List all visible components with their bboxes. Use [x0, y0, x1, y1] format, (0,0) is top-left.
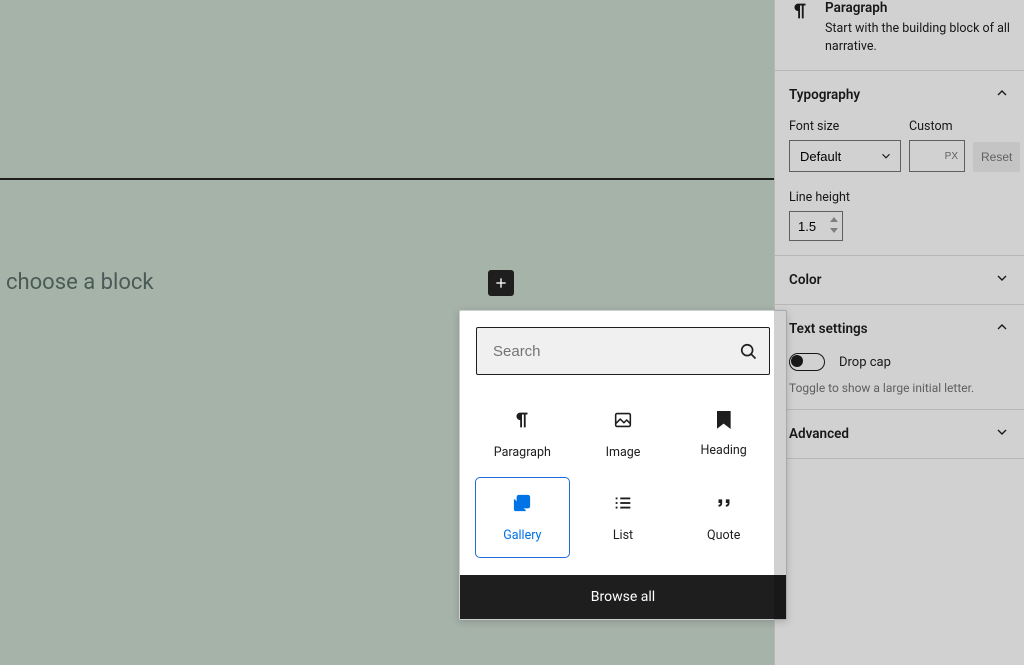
block-image[interactable]: Image	[573, 395, 674, 474]
panel-title: Advanced	[789, 426, 849, 442]
custom-label: Custom	[909, 119, 965, 134]
chevron-up-icon	[994, 85, 1010, 105]
text-settings-panel-toggle[interactable]: Text settings	[789, 319, 1010, 339]
block-label: Gallery	[503, 528, 541, 543]
block-placeholder-text: choose a block	[6, 270, 154, 295]
color-panel-toggle[interactable]: Color	[789, 270, 1010, 290]
image-icon	[612, 409, 634, 431]
block-quote[interactable]: Quote	[673, 474, 774, 561]
drop-cap-toggle[interactable]	[789, 353, 825, 371]
chevron-up-icon	[994, 319, 1010, 339]
add-block-button[interactable]	[488, 270, 514, 296]
paragraph-icon	[789, 0, 811, 56]
block-label: Heading	[700, 443, 746, 458]
drop-cap-help: Toggle to show a large initial letter.	[789, 381, 1010, 395]
custom-font-size-input[interactable]	[909, 140, 965, 172]
font-size-label: Font size	[789, 119, 901, 134]
settings-sidebar: Paragraph Start with the building block …	[774, 0, 1024, 665]
block-list[interactable]: List	[573, 474, 674, 561]
advanced-panel-toggle[interactable]: Advanced	[789, 424, 1010, 444]
quote-icon	[713, 492, 735, 514]
typography-panel-toggle[interactable]: Typography	[789, 85, 1010, 105]
chevron-down-icon	[994, 424, 1010, 444]
gallery-icon	[511, 492, 533, 514]
block-label: List	[613, 528, 633, 543]
reset-button[interactable]: Reset	[973, 142, 1020, 172]
font-size-select[interactable]	[789, 140, 901, 172]
paragraph-icon	[511, 409, 533, 431]
typography-panel: Typography Font size Custom	[775, 71, 1024, 256]
chevron-down-icon	[994, 270, 1010, 290]
advanced-panel: Advanced	[775, 410, 1024, 459]
line-height-label: Line height	[789, 190, 1010, 205]
block-paragraph[interactable]: Paragraph	[472, 395, 573, 474]
block-heading[interactable]: Heading	[673, 395, 774, 474]
block-description: Start with the building block of all nar…	[825, 20, 1010, 56]
block-label: Quote	[707, 528, 740, 543]
line-height-input[interactable]	[789, 211, 843, 241]
plus-icon	[493, 275, 509, 291]
block-label: Image	[606, 445, 641, 460]
block-gallery[interactable]: Gallery	[476, 478, 569, 557]
block-name: Paragraph	[825, 0, 1010, 16]
panel-title: Text settings	[789, 321, 868, 337]
panel-title: Typography	[789, 87, 860, 103]
list-icon	[612, 492, 634, 514]
text-settings-panel: Text settings Drop cap Toggle to show a …	[775, 305, 1024, 410]
block-inserter-popover: Paragraph Image Heading Gallery List	[459, 310, 787, 620]
drop-cap-label: Drop cap	[839, 355, 891, 370]
block-label: Paragraph	[494, 445, 551, 460]
panel-title: Color	[789, 272, 821, 288]
separator-line	[0, 178, 774, 180]
browse-all-button[interactable]: Browse all	[460, 575, 786, 619]
color-panel: Color	[775, 256, 1024, 305]
editor-canvas[interactable]: choose a block Paragraph Image Headi	[0, 0, 774, 665]
block-search-input[interactable]	[476, 327, 770, 375]
